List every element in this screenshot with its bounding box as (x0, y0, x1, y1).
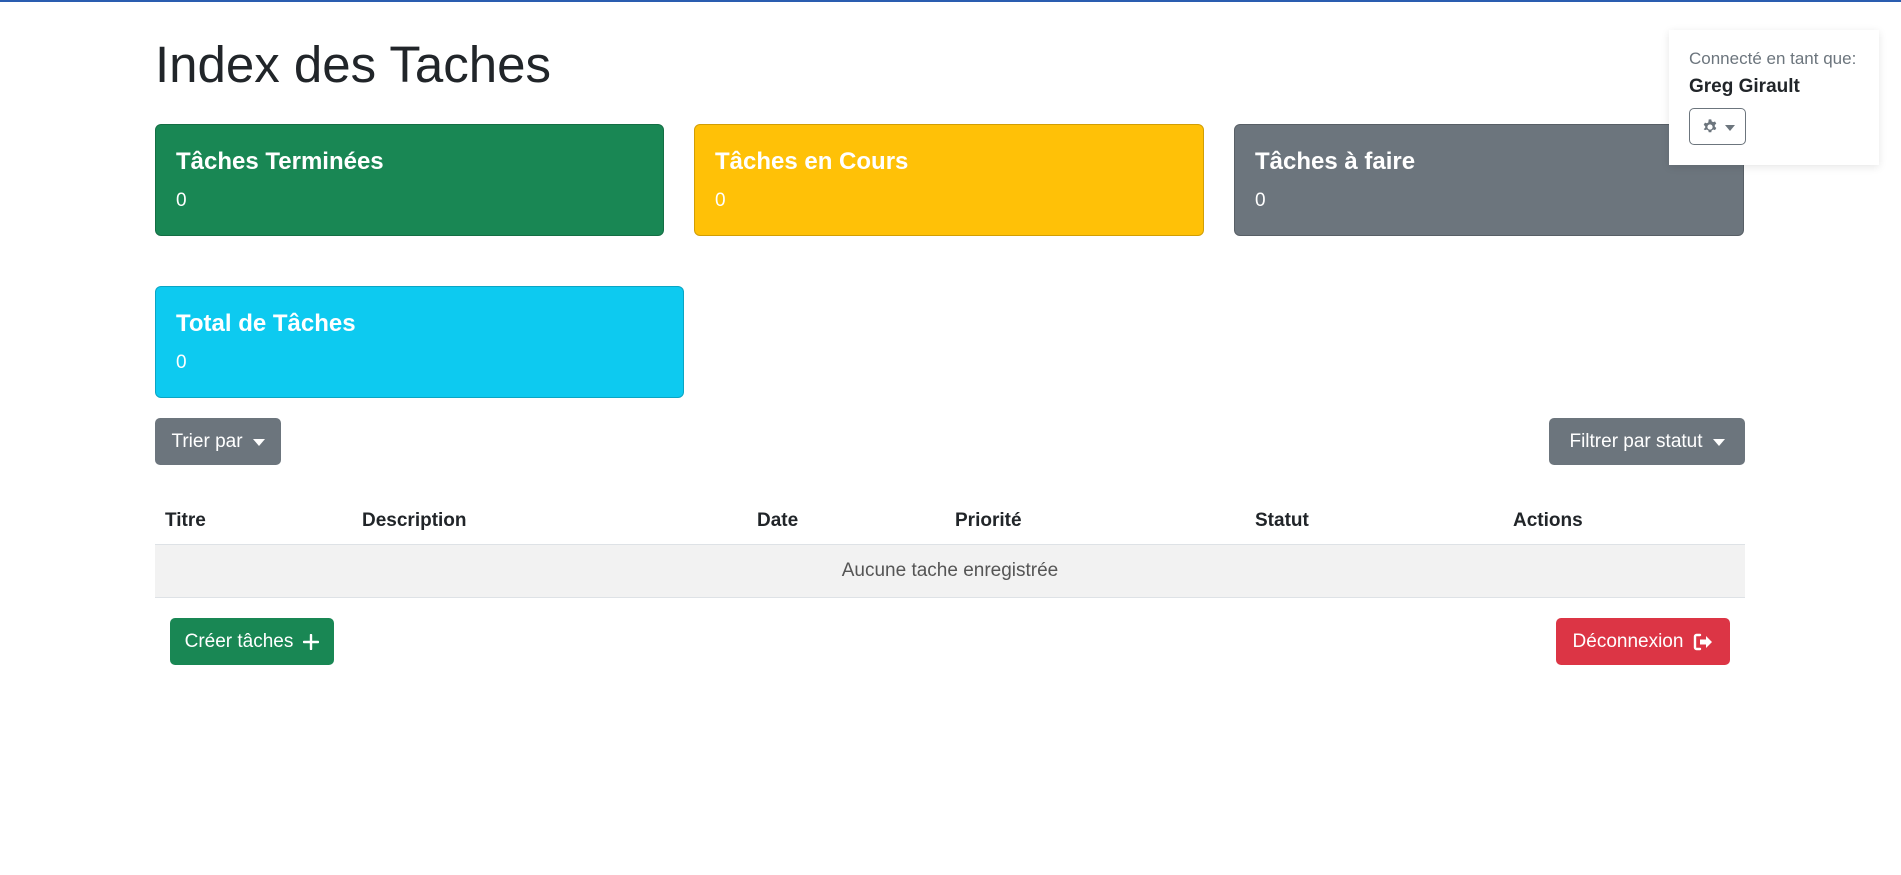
column-header-status: Statut (1245, 498, 1503, 545)
user-name: Greg Girault (1689, 76, 1800, 97)
sort-dropdown-button[interactable]: Trier par (155, 418, 281, 465)
stat-card-in-progress-value: 0 (715, 190, 726, 211)
page-title: Index des Taches (155, 36, 551, 93)
stat-card-total: Total de Tâches 0 (155, 286, 684, 398)
column-header-priority: Priorité (945, 498, 1245, 545)
stat-card-in-progress-label: Tâches en Cours (715, 148, 909, 175)
stat-card-total-value: 0 (176, 352, 187, 373)
column-header-date: Date (747, 498, 945, 545)
user-panel: Connecté en tant que: Greg Girault (1669, 30, 1879, 165)
plus-icon (303, 633, 320, 650)
filter-status-label: Filtrer par statut (1569, 430, 1703, 452)
caret-down-icon (252, 439, 265, 446)
create-task-label: Créer tâches (184, 630, 294, 652)
caret-down-icon (1712, 439, 1725, 446)
gear-icon (1703, 118, 1716, 132)
stat-card-in-progress: Tâches en Cours 0 (694, 124, 1204, 236)
stat-card-todo-value: 0 (1255, 190, 1266, 211)
logout-button[interactable]: Déconnexion (1556, 618, 1730, 665)
stat-card-todo: Tâches à faire 0 (1234, 124, 1744, 236)
sign-out-icon (1694, 633, 1713, 650)
column-header-title: Titre (155, 498, 352, 545)
logout-label: Déconnexion (1572, 630, 1684, 652)
filter-status-dropdown-button[interactable]: Filtrer par statut (1549, 418, 1745, 465)
settings-dropdown-button[interactable] (1689, 108, 1746, 145)
stat-card-todo-label: Tâches à faire (1255, 148, 1416, 175)
logged-in-as-label: Connecté en tant que: (1689, 49, 1857, 68)
create-task-button[interactable]: Créer tâches (170, 618, 334, 665)
table-row: Aucune tache enregistrée (155, 544, 1745, 598)
tasks-table: Titre Description Date Priorité Statut A… (155, 498, 1745, 598)
column-header-description: Description (352, 498, 747, 545)
sort-dropdown-label: Trier par (171, 430, 243, 452)
column-header-actions: Actions (1503, 498, 1745, 545)
stat-card-done-value: 0 (176, 190, 187, 211)
stat-card-done: Tâches Terminées 0 (155, 124, 664, 236)
table-header-row: Titre Description Date Priorité Statut A… (155, 498, 1745, 545)
stat-card-total-label: Total de Tâches (176, 310, 356, 337)
caret-down-icon (1724, 124, 1735, 131)
empty-table-message: Aucune tache enregistrée (155, 544, 1745, 598)
stat-card-done-label: Tâches Terminées (176, 148, 384, 175)
